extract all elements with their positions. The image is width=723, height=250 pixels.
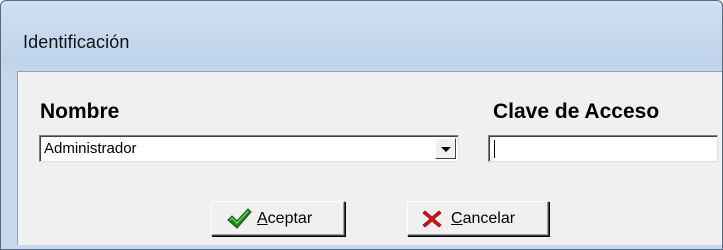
clave-input[interactable] [488,135,718,162]
window-title: Identificación [23,32,130,52]
login-dialog: Identificación Nombre Clave de Acceso Ad… [0,0,723,250]
cross-icon [419,207,445,231]
accept-button-label: Aceptar [257,210,313,227]
cancel-button[interactable]: Cancelar [407,201,549,236]
text-caret [494,140,495,158]
nombre-select[interactable]: Administrador [39,135,459,162]
dropdown-button[interactable] [435,138,456,159]
chevron-down-icon [441,147,451,152]
nombre-select-value: Administrador [44,140,137,157]
cancel-button-label: Cancelar [451,210,516,227]
dialog-body: Nombre Clave de Acceso Administrador Ace… [17,71,722,245]
nombre-label: Nombre [40,100,120,123]
title-bar[interactable]: Identificación [1,1,722,79]
checkmark-icon [226,207,252,231]
accept-button[interactable]: Aceptar [211,201,345,236]
clave-label: Clave de Acceso [493,100,660,123]
